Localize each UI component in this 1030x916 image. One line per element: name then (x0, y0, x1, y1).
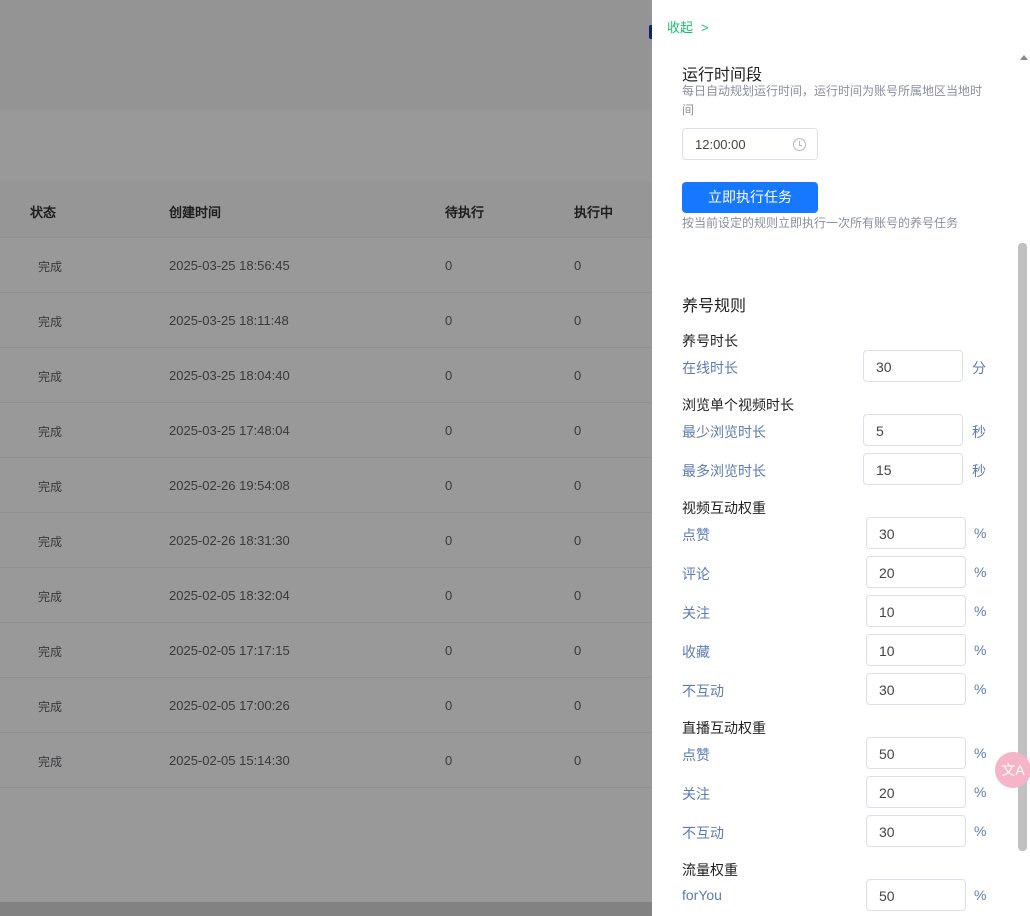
live-like-label: 点赞 (682, 747, 710, 763)
live-like-unit: % (974, 745, 987, 761)
video-none-label: 不互动 (682, 683, 724, 699)
run-task-hint: 按当前设定的规则立即执行一次所有账号的养号任务 (682, 216, 959, 230)
video-weight-group-title: 视频互动权重 (682, 500, 766, 516)
live-follow-input[interactable]: 20 (866, 776, 966, 808)
collapse-label: 收起 (667, 20, 694, 35)
max-browse-unit: 秒 (972, 463, 986, 479)
live-weight-group-title: 直播互动权重 (682, 720, 766, 736)
run-time-picker[interactable]: 12:00:00 (682, 128, 818, 160)
online-duration-input[interactable]: 30 (863, 350, 963, 382)
foryou-input[interactable]: 50 (866, 879, 966, 911)
video-like-label: 点赞 (682, 527, 710, 543)
video-follow-input[interactable]: 10 (866, 595, 966, 627)
scroll-up-arrow-icon[interactable] (1020, 55, 1028, 60)
run-time-value: 12:00:00 (695, 137, 746, 152)
video-comment-input[interactable]: 20 (866, 556, 966, 588)
schedule-hint: 每日自动规划运行时间，运行时间为账号所属地区当地时间 (682, 84, 983, 117)
video-comment-label: 评论 (682, 566, 710, 582)
live-like-input[interactable]: 50 (866, 737, 966, 769)
clock-icon (793, 138, 806, 151)
browse-group-title: 浏览单个视频时长 (682, 397, 794, 413)
live-none-input[interactable]: 30 (866, 815, 966, 847)
min-browse-unit: 秒 (972, 424, 986, 440)
video-like-unit: % (974, 525, 987, 541)
max-browse-label: 最多浏览时长 (682, 463, 766, 479)
max-browse-input[interactable]: 15 (863, 453, 963, 485)
video-like-input[interactable]: 30 (866, 517, 966, 549)
run-task-now-button[interactable]: 立即执行任务 (682, 182, 818, 213)
live-follow-label: 关注 (682, 786, 710, 802)
online-duration-unit: 分 (972, 360, 986, 376)
translate-icon[interactable]: 文A (995, 752, 1030, 788)
video-favorite-input[interactable]: 10 (866, 634, 966, 666)
settings-drawer: 收起 > 运行时间段 每日自动规划运行时间，运行时间为账号所属地区当地时间 12:… (652, 0, 1030, 916)
min-browse-input[interactable]: 5 (863, 414, 963, 446)
video-comment-unit: % (974, 564, 987, 580)
video-none-input[interactable]: 30 (866, 673, 966, 705)
live-follow-unit: % (974, 784, 987, 800)
foryou-unit: % (974, 887, 987, 903)
online-duration-label: 在线时长 (682, 360, 738, 376)
duration-group-title: 养号时长 (682, 333, 738, 349)
live-none-unit: % (974, 823, 987, 839)
chevron-right-icon: > (701, 20, 709, 35)
min-browse-label: 最少浏览时长 (682, 424, 766, 440)
video-follow-label: 关注 (682, 605, 710, 621)
collapse-drawer-link[interactable]: 收起 > (667, 17, 709, 36)
video-follow-unit: % (974, 603, 987, 619)
foryou-label: forYou (682, 887, 722, 903)
video-favorite-unit: % (974, 642, 987, 658)
video-favorite-label: 收藏 (682, 644, 710, 660)
video-none-unit: % (974, 681, 987, 697)
traffic-weight-group-title: 流量权重 (682, 862, 738, 878)
live-none-label: 不互动 (682, 825, 724, 841)
rules-section-title: 养号规则 (682, 298, 747, 315)
